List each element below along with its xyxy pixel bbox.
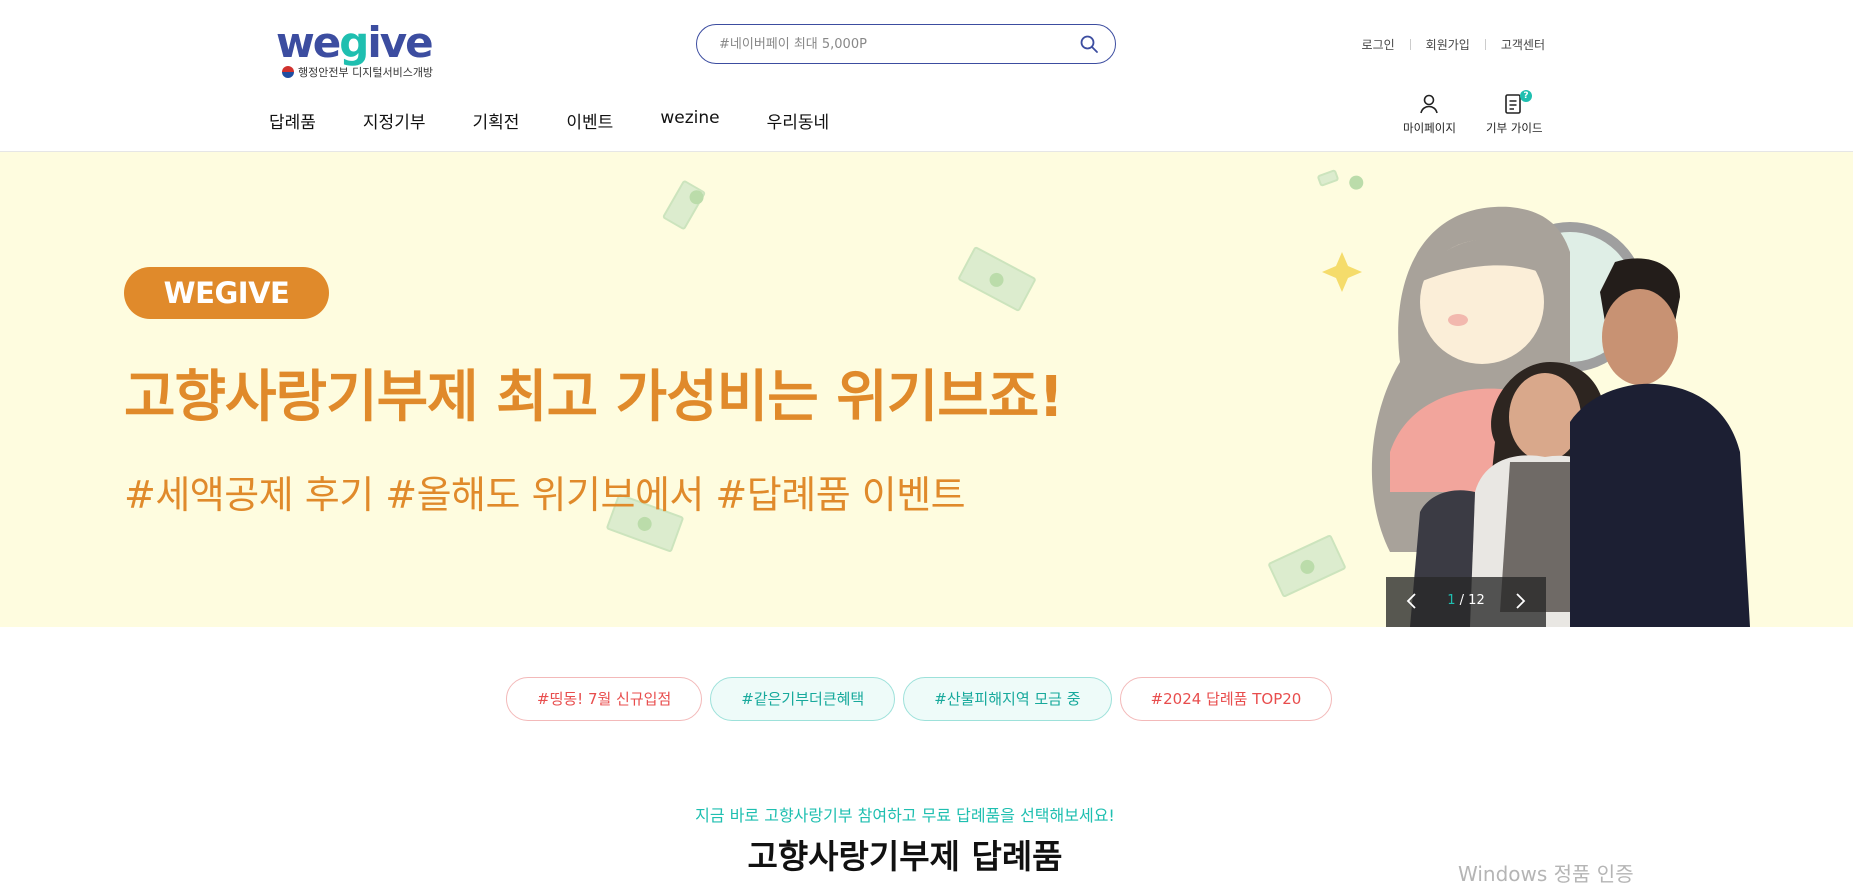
user-icon xyxy=(1420,94,1439,114)
logo-wordmark: wegive xyxy=(276,18,434,67)
signup-link[interactable]: 회원가입 xyxy=(1426,36,1470,53)
divider xyxy=(1409,39,1411,50)
wegive-badge: WEGIVE xyxy=(124,267,329,319)
wegive-logo[interactable]: wegive 행정안전부 디지털서비스개방 xyxy=(276,20,456,82)
mypage-label: 마이페이지 xyxy=(1403,121,1456,135)
nav-wezine[interactable]: wezine xyxy=(660,108,719,133)
hero-banner[interactable]: WEGIVE 고향사랑기부제 최고 가성비는 위기브죠! #세액공제 후기 #올… xyxy=(0,152,1853,627)
banner-illustration xyxy=(1322,206,1750,627)
hashtag-new-arrivals[interactable]: #띵동! 7월 신규입점 xyxy=(506,677,703,721)
nav-events[interactable]: 이벤트 xyxy=(566,108,613,133)
nav-neighborhood[interactable]: 우리동네 xyxy=(767,108,830,133)
money-decoration xyxy=(1316,168,1340,188)
slide-current: 1 xyxy=(1447,593,1456,608)
hashtag-list: #띵동! 7월 신규입점 #같은기부더큰혜택 #산불피해지역 모금 중 #202… xyxy=(506,677,1340,721)
korea-flag-icon xyxy=(282,66,294,78)
slide-controls: 1 / 12 xyxy=(1386,577,1546,627)
search-icon[interactable] xyxy=(1079,34,1099,54)
slide-total: / 12 xyxy=(1459,593,1485,608)
search-box xyxy=(696,24,1116,64)
site-header: wegive 행정안전부 디지털서비스개방 로그인 회원가입 고객센터 답례품 … xyxy=(0,0,1853,152)
windows-activation-watermark: Windows 정품 인증 xyxy=(1458,862,1634,886)
money-decoration xyxy=(661,179,707,231)
search-input[interactable] xyxy=(719,33,1059,55)
guide-badge: ? xyxy=(1520,90,1532,102)
hashtag-wildfire-fundraising[interactable]: #산불피해지역 모금 중 xyxy=(903,677,1112,721)
nav-gifts[interactable]: 답례품 xyxy=(269,108,316,133)
hashtag-top20[interactable]: #2024 답례품 TOP20 xyxy=(1119,677,1333,721)
guide-label: 기부 가이드 xyxy=(1486,121,1543,135)
banner-subline: #세액공제 후기 #올해도 위기브에서 #답례품 이벤트 xyxy=(124,473,966,517)
section-intro: 지금 바로 고향사랑기부 참여하고 무료 답례품을 선택해보세요! xyxy=(695,806,1115,825)
utility-links: 로그인 회원가입 고객센터 xyxy=(1362,36,1545,53)
customer-center-link[interactable]: 고객센터 xyxy=(1501,36,1545,53)
logo-subtitle: 행정안전부 디지털서비스개방 xyxy=(298,66,434,79)
donation-guide-button[interactable]: ? 기부 가이드 xyxy=(1486,90,1543,136)
login-link[interactable]: 로그인 xyxy=(1362,36,1395,53)
money-decoration xyxy=(957,245,1037,313)
hashtag-benefits[interactable]: #같은기부더큰혜택 xyxy=(710,677,896,721)
chevron-right-icon[interactable] xyxy=(1510,591,1530,611)
divider xyxy=(1484,39,1486,50)
mypage-button[interactable]: 마이페이지 xyxy=(1403,92,1456,136)
banner-headline: 고향사랑기부제 최고 가성비는 위기브죠! xyxy=(124,365,1064,430)
nav-designated-donation[interactable]: 지정기부 xyxy=(363,108,426,133)
nav-exhibitions[interactable]: 기획전 xyxy=(472,108,519,133)
main-nav: 답례품 지정기부 기획전 이벤트 wezine 우리동네 xyxy=(269,108,876,133)
